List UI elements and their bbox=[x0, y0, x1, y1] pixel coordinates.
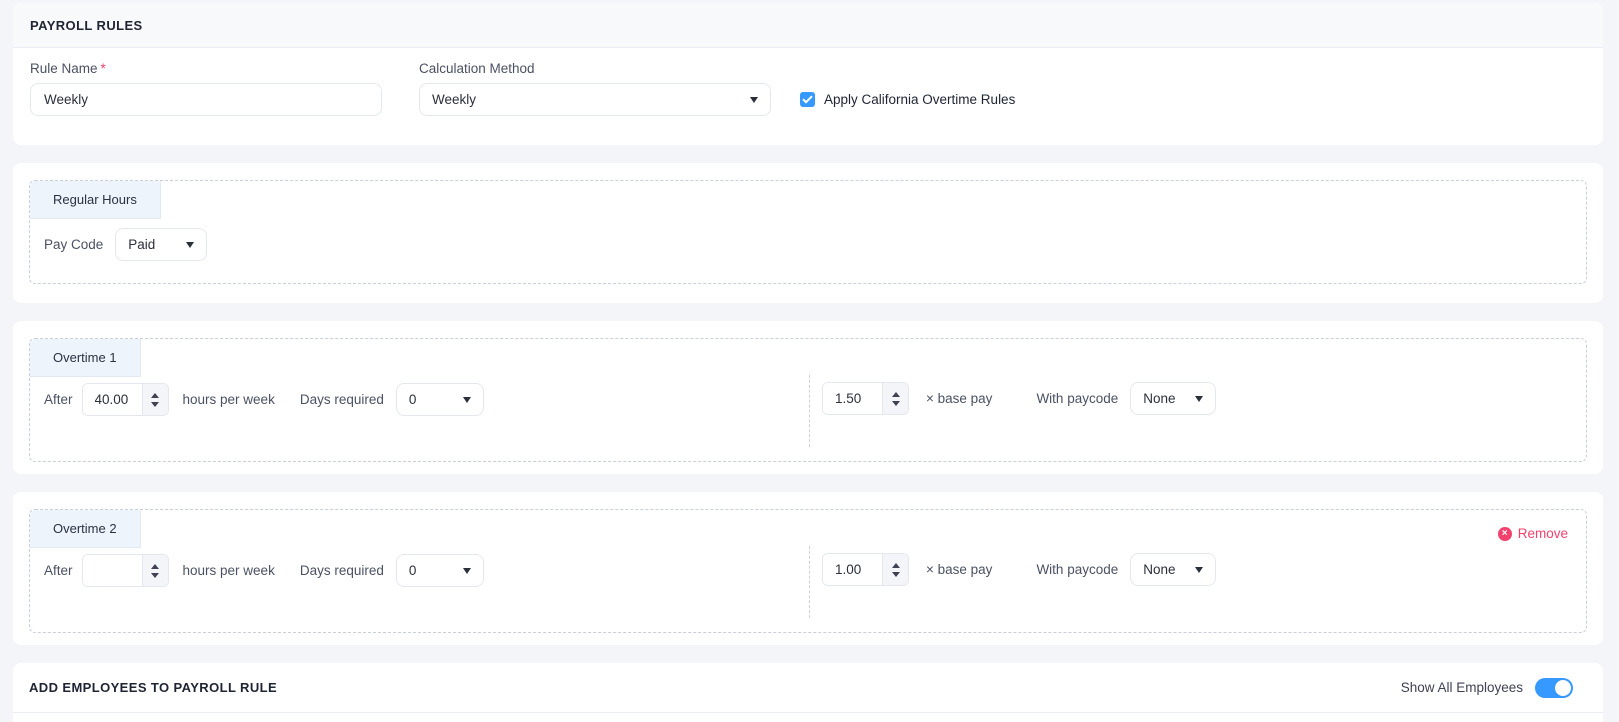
overtime-1-card: Overtime 1 After hours per week Days req… bbox=[13, 321, 1603, 474]
chevron-down-icon bbox=[463, 568, 471, 574]
add-employees-title: ADD EMPLOYEES TO PAYROLL RULE bbox=[29, 680, 277, 695]
spinner-down-icon[interactable] bbox=[151, 573, 159, 578]
chevron-down-icon bbox=[186, 242, 194, 248]
payroll-rules-title: PAYROLL RULES bbox=[30, 18, 143, 33]
spinner-down-icon[interactable] bbox=[892, 401, 900, 406]
rule-name-label: Rule Name* bbox=[30, 61, 382, 76]
rule-name-input[interactable] bbox=[30, 83, 382, 116]
payroll-rules-card: PAYROLL RULES Rule Name* Calculation Met… bbox=[13, 3, 1603, 145]
hours-per-week-label: hours per week bbox=[183, 392, 275, 407]
show-all-employees-toggle[interactable] bbox=[1535, 678, 1573, 698]
overtime-2-threshold-row: After hours per week Days required 0 bbox=[44, 554, 1586, 587]
after-hours-stepper[interactable] bbox=[142, 384, 168, 415]
calculation-method-select[interactable]: Weekly bbox=[419, 83, 771, 116]
calculation-method-value: Weekly bbox=[432, 92, 476, 107]
after-label: After bbox=[44, 392, 73, 407]
days-required-value: 0 bbox=[409, 392, 417, 407]
remove-label: Remove bbox=[1518, 526, 1568, 541]
spinner-down-icon[interactable] bbox=[151, 402, 159, 407]
overtime-1-pay-row: × base pay With paycode None bbox=[822, 382, 1216, 415]
chevron-down-icon bbox=[463, 397, 471, 403]
tab-overtime-1: Overtime 1 bbox=[30, 339, 141, 377]
pay-code-value: Paid bbox=[128, 237, 155, 252]
required-asterisk: * bbox=[101, 61, 106, 76]
days-required-label: Days required bbox=[300, 563, 384, 578]
spinner-up-icon[interactable] bbox=[892, 563, 900, 568]
california-overtime-checkbox[interactable] bbox=[800, 92, 815, 107]
paycode-select[interactable]: None bbox=[1130, 382, 1216, 415]
calculation-method-field-group: Calculation Method Weekly bbox=[419, 61, 771, 116]
payroll-rules-header: PAYROLL RULES bbox=[13, 3, 1603, 48]
chevron-down-icon bbox=[1195, 567, 1203, 573]
multiplier-stepper[interactable] bbox=[882, 554, 908, 585]
after-hours-stepper[interactable] bbox=[142, 555, 168, 586]
section-divider bbox=[809, 546, 810, 618]
spinner-up-icon[interactable] bbox=[151, 393, 159, 398]
add-employees-card: ADD EMPLOYEES TO PAYROLL RULE Show All E… bbox=[13, 663, 1603, 722]
overtime-2-panel: Overtime 2 × Remove After hours per week… bbox=[29, 509, 1587, 633]
overtime-1-threshold-row: After hours per week Days required 0 bbox=[44, 383, 1586, 416]
checkmark-icon bbox=[802, 95, 813, 104]
california-overtime-group: Apply California Overtime Rules bbox=[800, 92, 1015, 107]
after-hours-field bbox=[82, 554, 169, 587]
days-required-select[interactable]: 0 bbox=[396, 383, 484, 416]
multiplier-input[interactable] bbox=[823, 383, 882, 414]
tab-overtime-2: Overtime 2 bbox=[30, 510, 141, 548]
base-pay-label: × base pay bbox=[926, 391, 992, 406]
with-paycode-label: With paycode bbox=[1036, 562, 1118, 577]
chevron-down-icon bbox=[1195, 396, 1203, 402]
california-overtime-label: Apply California Overtime Rules bbox=[824, 92, 1015, 107]
chevron-down-icon bbox=[750, 97, 758, 103]
hours-per-week-label: hours per week bbox=[183, 563, 275, 578]
section-divider bbox=[809, 375, 810, 447]
regular-hours-card: Regular Hours Pay Code Paid bbox=[13, 163, 1603, 303]
paycode-select[interactable]: None bbox=[1130, 553, 1216, 586]
multiplier-input[interactable] bbox=[823, 554, 882, 585]
multiplier-stepper[interactable] bbox=[882, 383, 908, 414]
pay-code-select[interactable]: Paid bbox=[115, 228, 207, 261]
tab-regular-hours: Regular Hours bbox=[30, 181, 161, 219]
paycode-value: None bbox=[1143, 562, 1175, 577]
remove-button[interactable]: × Remove bbox=[1498, 526, 1568, 541]
toggle-knob bbox=[1555, 680, 1571, 696]
multiplier-field bbox=[822, 382, 909, 415]
pay-code-label: Pay Code bbox=[44, 237, 103, 252]
paycode-value: None bbox=[1143, 391, 1175, 406]
with-paycode-label: With paycode bbox=[1036, 391, 1118, 406]
days-required-label: Days required bbox=[300, 392, 384, 407]
calculation-method-label: Calculation Method bbox=[419, 61, 771, 76]
rule-name-label-text: Rule Name bbox=[30, 61, 98, 76]
spinner-up-icon[interactable] bbox=[892, 392, 900, 397]
spinner-down-icon[interactable] bbox=[892, 572, 900, 577]
overtime-2-card: Overtime 2 × Remove After hours per week… bbox=[13, 492, 1603, 645]
page: PAYROLL RULES Rule Name* Calculation Met… bbox=[0, 0, 1619, 722]
show-all-employees-group: Show All Employees bbox=[1401, 678, 1573, 698]
after-hours-field bbox=[82, 383, 169, 416]
payroll-rules-body: Rule Name* Calculation Method Weekly App… bbox=[13, 48, 1603, 116]
pay-code-row: Pay Code Paid bbox=[44, 228, 1586, 261]
multiplier-field bbox=[822, 553, 909, 586]
after-label: After bbox=[44, 563, 73, 578]
days-required-value: 0 bbox=[409, 563, 417, 578]
after-hours-input[interactable] bbox=[83, 555, 142, 586]
rule-name-field-group: Rule Name* bbox=[30, 61, 382, 116]
base-pay-label: × base pay bbox=[926, 562, 992, 577]
days-required-select[interactable]: 0 bbox=[396, 554, 484, 587]
spinner-up-icon[interactable] bbox=[151, 564, 159, 569]
after-hours-input[interactable] bbox=[83, 384, 142, 415]
overtime-2-pay-row: × base pay With paycode None bbox=[822, 553, 1216, 586]
regular-hours-panel: Regular Hours Pay Code Paid bbox=[29, 180, 1587, 284]
show-all-employees-label: Show All Employees bbox=[1401, 680, 1523, 695]
remove-icon: × bbox=[1498, 527, 1512, 541]
overtime-1-panel: Overtime 1 After hours per week Days req… bbox=[29, 338, 1587, 462]
add-employees-header: ADD EMPLOYEES TO PAYROLL RULE Show All E… bbox=[13, 663, 1603, 713]
